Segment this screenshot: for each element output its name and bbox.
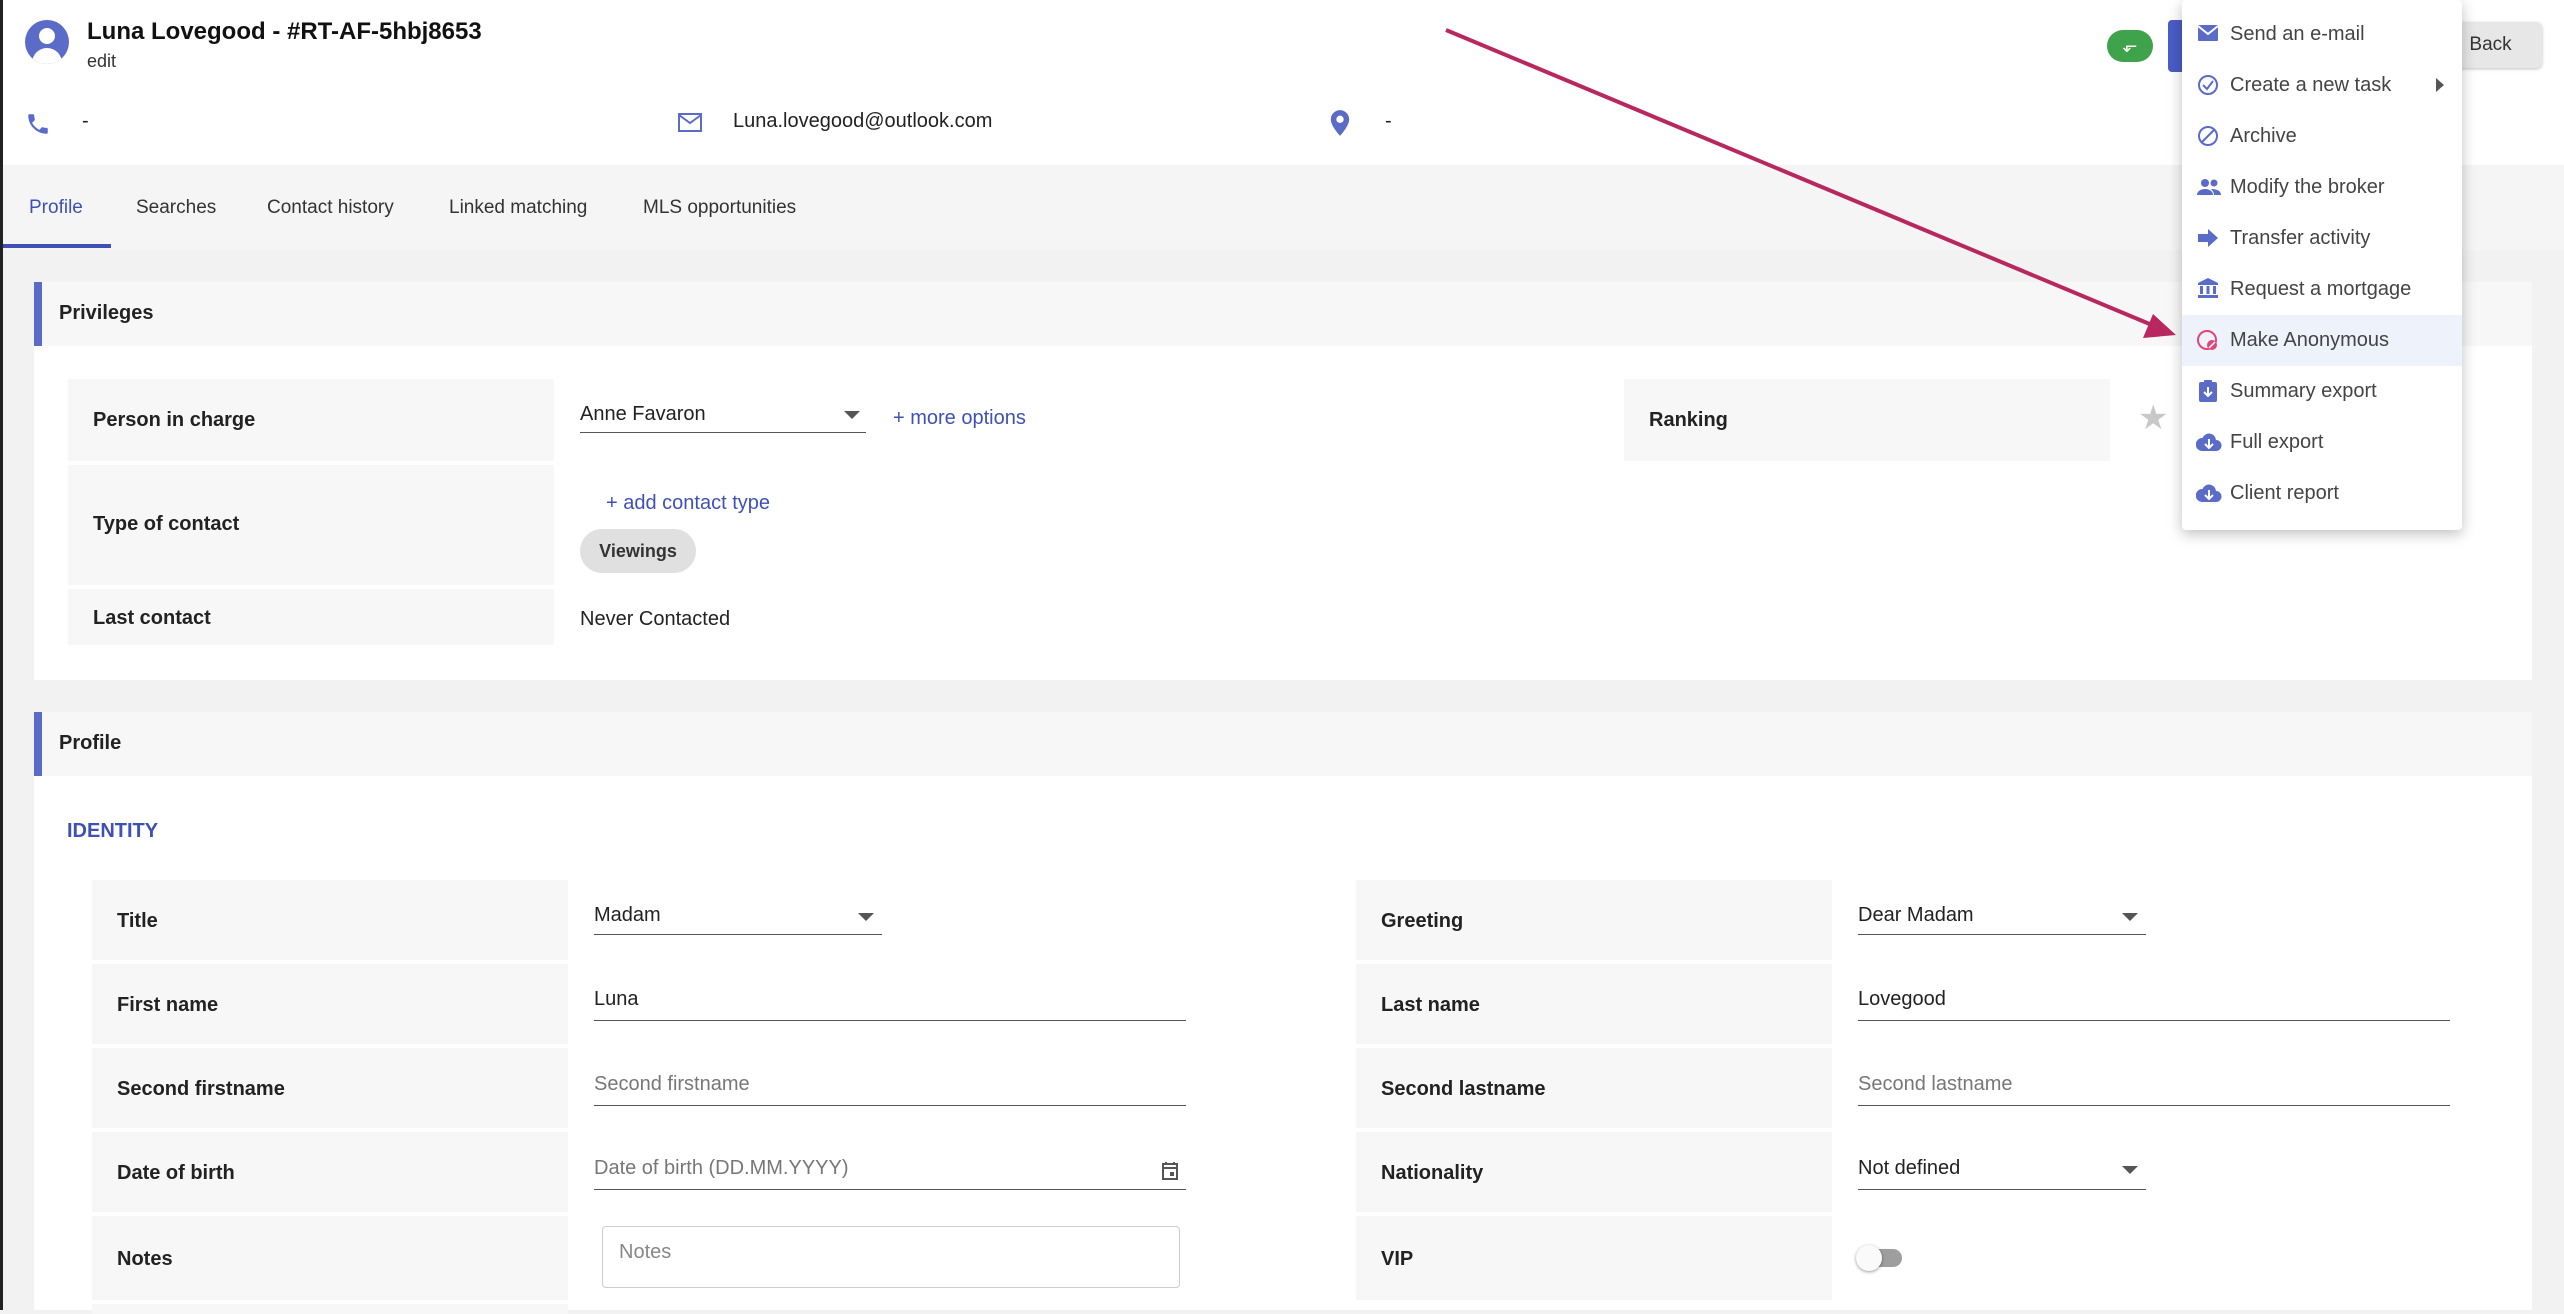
person-in-charge-select[interactable]: Anne Favaron [580, 403, 706, 426]
menu-item-summary-export[interactable]: Summary export [2182, 366, 2462, 417]
actions-menu: Send an e-mail Create a new task Archive… [2182, 0, 2462, 530]
chevron-down-icon[interactable] [858, 913, 874, 921]
tab-profile[interactable]: Profile [29, 197, 83, 219]
last-contact-value: Never Contacted [580, 608, 731, 630]
person-in-charge-label: Person in charge [68, 379, 554, 461]
menu-item-full-export[interactable]: Full export [2182, 417, 2462, 468]
avatar [25, 20, 69, 64]
check-circle-icon [2198, 75, 2218, 95]
swap-icon: ⬐ [2122, 36, 2138, 56]
last-name-label: Last name [1356, 964, 1832, 1044]
second-lastname-input[interactable]: Second lastname [1858, 1073, 2013, 1096]
notes-label: Notes [92, 1216, 568, 1300]
chevron-down-icon[interactable] [844, 411, 860, 419]
type-of-contact-label: Type of contact [68, 465, 554, 585]
clipboard-download-icon [2199, 380, 2217, 402]
identity-heading: IDENTITY [67, 820, 159, 842]
active-tab-indicator [3, 244, 111, 248]
second-firstname-label: Second firstname [92, 1048, 568, 1128]
menu-item-send-email[interactable]: Send an e-mail [2182, 9, 2462, 60]
menu-item-transfer-activity[interactable]: Transfer activity [2182, 213, 2462, 264]
more-options-link[interactable]: + more options [893, 407, 1026, 430]
ranking-label: Ranking [1624, 379, 2110, 461]
add-contact-type-link[interactable]: + add contact type [606, 492, 770, 515]
privileges-header: Privileges [34, 282, 2532, 346]
last-name-input[interactable]: Lovegood [1858, 988, 1946, 1011]
first-name-underline [594, 1020, 1186, 1021]
greeting-select[interactable]: Dear Madam [1858, 904, 1974, 927]
tab-linked-matching[interactable]: Linked matching [449, 197, 587, 219]
envelope-icon [2197, 25, 2219, 41]
arrow-right-icon [2198, 229, 2218, 247]
location-value: - [1385, 110, 1392, 132]
calendar-icon[interactable] [1161, 1161, 1179, 1181]
section-accent-bar [34, 712, 42, 776]
date-of-birth-input[interactable]: Date of birth (DD.MM.YYYY) [594, 1157, 849, 1180]
location-pin-icon [1330, 110, 1350, 136]
first-name-label: First name [92, 964, 568, 1044]
next-row-label [92, 1304, 568, 1314]
tab-bar: Profile Searches Contact history Linked … [3, 165, 2564, 250]
date-of-birth-underline [594, 1189, 1186, 1190]
nationality-underline [1858, 1189, 2146, 1190]
bank-icon [2198, 278, 2218, 298]
last-name-underline [1858, 1020, 2450, 1021]
email-link[interactable]: Luna.lovegood@outlook.com [733, 110, 992, 133]
section-title: Profile [59, 732, 122, 754]
cloud-download-icon [2196, 433, 2222, 451]
section-title: Privileges [59, 302, 154, 324]
notes-textarea[interactable]: Notes [602, 1226, 1180, 1288]
menu-item-request-mortgage[interactable]: Request a mortgage [2182, 264, 2462, 315]
anonymous-icon [2197, 330, 2217, 350]
person-in-charge-underline [580, 432, 866, 433]
title-select[interactable]: Madam [594, 904, 661, 927]
last-contact-label: Last contact [68, 589, 554, 645]
tab-contact-history[interactable]: Contact history [267, 197, 394, 219]
privileges-section: Privileges Person in charge Anne Favaron… [34, 282, 2532, 680]
greeting-underline [1858, 934, 2146, 935]
menu-item-archive[interactable]: Archive [2182, 111, 2462, 162]
title-label: Title [92, 880, 568, 960]
phone-value: - [82, 110, 89, 132]
tab-searches[interactable]: Searches [136, 197, 216, 219]
date-of-birth-label: Date of birth [92, 1132, 568, 1212]
cloud-download-icon [2196, 484, 2222, 502]
second-lastname-label: Second lastname [1356, 1048, 1832, 1128]
first-name-input[interactable]: Luna [594, 988, 639, 1011]
page-title: Luna Lovegood - #RT-AF-5hbj8653 [87, 18, 482, 45]
profile-header: Profile [34, 712, 2532, 776]
menu-item-modify-broker[interactable]: Modify the broker [2182, 162, 2462, 213]
profile-section: Profile IDENTITY Title Madam Greeting De… [34, 712, 2532, 1314]
email-icon [678, 113, 702, 132]
nationality-label: Nationality [1356, 1132, 1832, 1212]
submenu-arrow-icon [2436, 78, 2444, 92]
chevron-down-icon[interactable] [2122, 913, 2138, 921]
block-icon [2198, 126, 2218, 146]
phone-icon [28, 114, 48, 134]
tab-mls-opportunities[interactable]: MLS opportunities [643, 197, 796, 219]
nationality-select[interactable]: Not defined [1858, 1157, 1960, 1180]
greeting-label: Greeting [1356, 880, 1832, 960]
section-accent-bar [34, 282, 42, 346]
status-toggle-button[interactable]: ⬐ [2107, 30, 2153, 62]
second-lastname-underline [1858, 1105, 2450, 1106]
back-button-label: Back [2469, 34, 2512, 55]
second-firstname-input[interactable]: Second firstname [594, 1073, 750, 1096]
menu-item-make-anonymous[interactable]: Make Anonymous [2182, 315, 2462, 366]
vip-label: VIP [1356, 1216, 1832, 1300]
title-underline [594, 934, 882, 935]
chevron-down-icon[interactable] [2122, 1166, 2138, 1174]
menu-item-client-report[interactable]: Client report [2182, 468, 2462, 519]
page-subtitle: edit [87, 51, 117, 71]
contact-type-chip[interactable]: Viewings [580, 529, 696, 573]
people-icon [2197, 179, 2221, 195]
second-firstname-underline [594, 1105, 1186, 1106]
menu-item-create-task[interactable]: Create a new task [2182, 60, 2462, 111]
vip-toggle-knob[interactable] [1856, 1245, 1882, 1271]
ranking-star-icon[interactable]: ★ [2138, 398, 2168, 438]
